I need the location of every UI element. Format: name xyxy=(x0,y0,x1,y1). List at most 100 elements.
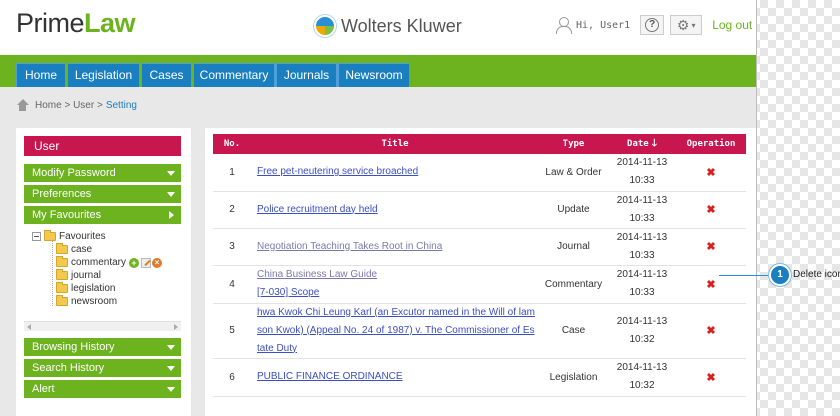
logout-link[interactable]: Log out xyxy=(712,18,752,32)
home-icon[interactable] xyxy=(16,99,29,111)
table-row: 1 Free pet-neutering service broached La… xyxy=(213,154,746,192)
row-operation: ✖ xyxy=(676,358,746,397)
sidebar-item-search-history[interactable]: Search History xyxy=(24,359,181,377)
row-time: 10:33 xyxy=(629,212,655,224)
tree-node-commentary[interactable]: commentary + × xyxy=(56,256,163,269)
tab-commentary[interactable]: Commentary xyxy=(193,63,275,87)
row-subtitle-link[interactable]: [7-030] Scope xyxy=(257,287,319,298)
column-header-date[interactable]: Date 🡓 xyxy=(608,134,676,154)
tree-node-newsroom[interactable]: newsroom xyxy=(56,295,117,308)
tree-label: newsroom xyxy=(71,296,118,307)
row-type: Journal xyxy=(539,228,608,266)
row-title-link[interactable]: PUBLIC FINANCE ORDINANCE xyxy=(257,371,403,382)
row-time: 10:32 xyxy=(629,380,655,391)
sidebar-title: User xyxy=(24,136,181,156)
row-number: 1 xyxy=(213,154,251,192)
app-window: PrimeLaw Wolters Kluwer Hi, User1 ? ⚙ ▾ … xyxy=(0,0,757,416)
row-title-link[interactable]: Police recruitment day held xyxy=(257,204,378,215)
folder-icon xyxy=(44,230,56,241)
column-header-title: Title xyxy=(251,134,539,154)
sidebar-item-alert[interactable]: Alert xyxy=(24,380,181,398)
row-type: Law & Order xyxy=(539,154,608,192)
tree-node-case[interactable]: case xyxy=(56,243,92,256)
delete-icon[interactable]: ✖ xyxy=(706,279,715,291)
row-date: 2014-11-13 xyxy=(616,194,668,206)
primelaw-logo[interactable]: PrimeLaw xyxy=(16,8,136,39)
row-operation: ✖ xyxy=(676,303,746,359)
breadcrumb: Home > User > Setting xyxy=(16,97,137,113)
tab-journals[interactable]: Journals xyxy=(276,63,337,87)
scroll-right-icon[interactable] xyxy=(174,324,178,330)
sidebar-item-my-favourites[interactable]: My Favourites xyxy=(24,206,181,224)
user-icon xyxy=(555,16,572,34)
sidebar-item-browsing-history[interactable]: Browsing History xyxy=(24,338,181,356)
chevron-down-icon: ▾ xyxy=(691,20,696,30)
row-number: 2 xyxy=(213,191,251,229)
tree-node-legislation[interactable]: legislation xyxy=(56,282,115,295)
globe-logo-icon xyxy=(314,15,336,37)
row-number: 6 xyxy=(213,358,251,397)
user-greeting: Hi, User1 xyxy=(576,19,631,31)
edit-folder-icon[interactable] xyxy=(141,257,152,268)
tab-home[interactable]: Home xyxy=(16,63,66,87)
table-row: 5 hwa Kwok Chi Leung Karl (an Excutor na… xyxy=(213,303,746,359)
tab-legislation[interactable]: Legislation xyxy=(67,63,140,87)
chevron-down-icon xyxy=(167,366,175,371)
breadcrumb-current: Setting xyxy=(105,99,137,111)
delete-icon[interactable]: ✖ xyxy=(706,241,715,253)
row-date-cell: 2014-11-13 10:33 xyxy=(608,154,676,192)
row-operation: ✖ xyxy=(676,228,746,266)
delete-icon[interactable]: ✖ xyxy=(706,372,715,384)
collapse-icon[interactable] xyxy=(32,232,41,241)
chevron-right-icon xyxy=(169,211,174,219)
delete-icon[interactable]: ✖ xyxy=(706,167,715,179)
row-title-cell: Negotiation Teaching Takes Root in China xyxy=(251,228,539,266)
tree-node-favourites[interactable]: Favourites xyxy=(32,230,106,243)
column-header-type: Type xyxy=(539,134,608,154)
user-area: Hi, User1 ? ⚙ ▾ Log out xyxy=(555,14,752,36)
row-operation: ✖ xyxy=(676,191,746,229)
row-title-link[interactable]: hwa Kwok Chi Leung Karl (an Excutor name… xyxy=(257,307,535,354)
folder-icon xyxy=(56,295,68,306)
tree-horizontal-scrollbar[interactable] xyxy=(24,321,181,331)
row-number: 5 xyxy=(213,303,251,359)
row-type: Case xyxy=(539,303,608,359)
callout-label: Delete icon xyxy=(793,269,840,280)
column-header-no: No. xyxy=(213,134,251,154)
row-date-cell: 2014-11-13 10:33 xyxy=(608,191,676,229)
tree-label: commentary xyxy=(71,257,127,268)
sidebar-item-preferences[interactable]: Preferences xyxy=(24,185,181,203)
row-title-link[interactable]: Free pet-neutering service broached xyxy=(257,166,418,177)
sidebar-item-modify-password[interactable]: Modify Password xyxy=(24,164,181,182)
sort-descending-icon[interactable]: 🡓 xyxy=(652,136,657,153)
add-folder-icon[interactable]: + xyxy=(129,257,140,268)
row-operation: ✖ xyxy=(676,265,746,304)
wolters-kluwer-brand: Wolters Kluwer xyxy=(314,13,462,39)
row-title-link[interactable]: Negotiation Teaching Takes Root in China xyxy=(257,241,442,252)
delete-folder-icon[interactable]: × xyxy=(152,257,163,268)
row-title-line: tate Duty xyxy=(257,342,298,354)
row-time: 10:33 xyxy=(629,287,655,298)
chevron-down-icon xyxy=(167,192,175,197)
row-title-link[interactable]: China Business Law Guide xyxy=(257,269,377,280)
table-row: 6 PUBLIC FINANCE ORDINANCE Legislation 2… xyxy=(213,358,746,397)
tab-cases[interactable]: Cases xyxy=(141,63,192,87)
row-title-line: son Kwok) (Appeal No. 24 of 1987) v. The… xyxy=(257,324,535,336)
scroll-left-icon[interactable] xyxy=(27,324,31,330)
settings-menu-button[interactable]: ⚙ ▾ xyxy=(670,15,703,35)
table-row: 2 Police recruitment day held Update 201… xyxy=(213,191,746,229)
tab-newsroom[interactable]: Newsroom xyxy=(338,63,410,87)
callout-pointer-line xyxy=(719,275,775,276)
tree-label: case xyxy=(71,244,93,255)
row-number: 4 xyxy=(213,265,251,304)
user-sidebar: User Modify Password Preferences My Favo… xyxy=(16,128,191,416)
tree-node-journal[interactable]: journal xyxy=(56,269,101,282)
breadcrumb-trail[interactable]: Home > User > xyxy=(35,100,103,111)
delete-icon[interactable]: ✖ xyxy=(706,204,715,216)
row-time: 10:33 xyxy=(629,249,655,261)
row-date: 2014-11-13 xyxy=(616,157,668,169)
table-row: 4 China Business Law Guide [7-030] Scope … xyxy=(213,265,746,304)
help-button[interactable]: ? xyxy=(640,15,665,35)
tree-label: legislation xyxy=(71,283,116,294)
delete-icon[interactable]: ✖ xyxy=(706,325,715,337)
